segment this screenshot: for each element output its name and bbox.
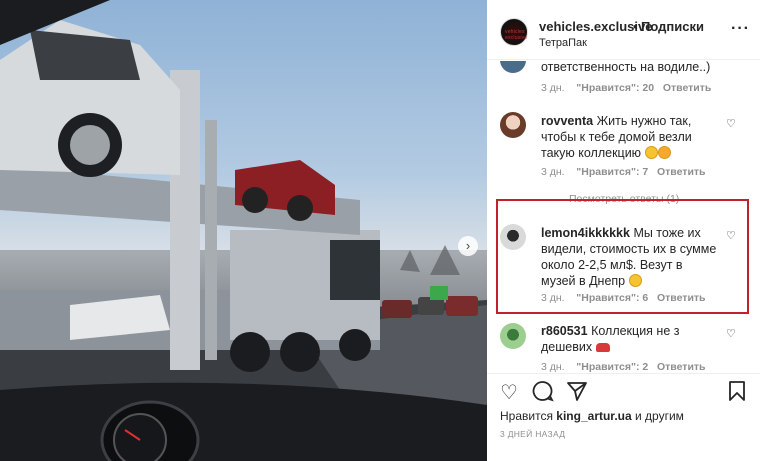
comments-list[interactable]: ответственность на водиле..) 3 дн. "Нрав…: [487, 61, 760, 373]
reply-button[interactable]: Ответить: [657, 361, 706, 373]
avatar[interactable]: vehicles exclusive: [500, 18, 528, 46]
bookmark-svg: [729, 381, 745, 401]
following-button[interactable]: Подписки: [641, 19, 704, 34]
reply-button[interactable]: Ответить: [663, 82, 712, 94]
comment-time[interactable]: 3 дн.: [541, 166, 565, 178]
car-transporter-photo: [0, 0, 487, 461]
next-photo-button[interactable]: ›: [458, 236, 478, 256]
liker-username[interactable]: king_artur.ua: [556, 409, 631, 423]
post-photo[interactable]: ›: [0, 0, 487, 461]
post-actions: ♡ Нравится king_artur.ua и другим 3 ДНЕЙ…: [487, 373, 760, 461]
comment-time[interactable]: 3 дн.: [541, 361, 565, 373]
grimacing-face-emoji: [644, 146, 658, 159]
comment-likes[interactable]: "Нравится": 20: [576, 82, 654, 94]
like-heart-icon[interactable]: ♡: [500, 380, 518, 405]
comment-avatar[interactable]: [500, 112, 526, 138]
comment-text: ответственность на водиле..): [541, 61, 711, 74]
post-side-panel: vehicles exclusive vehicles.exclusive • …: [487, 0, 760, 461]
comment-time[interactable]: 3 дн.: [541, 82, 565, 94]
comment-text: rovventa Жить нужно так, чтобы к тебе до…: [541, 114, 692, 160]
reply-button[interactable]: Ответить: [657, 166, 706, 178]
paper-plane-svg: [567, 382, 587, 401]
chevron-right-icon: ›: [465, 238, 471, 253]
car-emoji: [595, 343, 610, 352]
like-comment-heart-icon[interactable]: ♡: [726, 117, 736, 130]
separator-dot: •: [633, 19, 638, 34]
comment-avatar[interactable]: [500, 61, 526, 73]
comment-meta: 3 дн. "Нравится": 20 Ответить: [541, 82, 711, 94]
post-location[interactable]: ТетраПак: [539, 37, 587, 49]
comment-likes[interactable]: "Нравится": 7: [576, 166, 648, 178]
comment-text: r860531 Коллекция не з дешевих: [541, 324, 680, 354]
comment-username[interactable]: r860531: [541, 324, 588, 338]
likes-prefix: Нравится: [500, 409, 553, 423]
comment-meta: 3 дн. "Нравится": 2 Ответить: [541, 361, 706, 373]
comment-bubble-icon[interactable]: [532, 380, 554, 408]
comment-likes[interactable]: "Нравится": 2: [576, 361, 648, 373]
like-comment-heart-icon[interactable]: ♡: [726, 327, 736, 340]
highlight-box: [496, 199, 749, 314]
more-options-icon[interactable]: ···: [731, 20, 750, 38]
comment-avatar[interactable]: [500, 323, 526, 349]
likes-suffix[interactable]: и другим: [635, 409, 684, 423]
save-bookmark-icon[interactable]: [727, 380, 747, 408]
avatar-logo-text: vehicles exclusive: [505, 29, 528, 41]
comment-username[interactable]: rovventa: [541, 114, 593, 128]
comment-meta: 3 дн. "Нравится": 7 Ответить: [541, 166, 706, 178]
comment-bubble-svg: [532, 381, 554, 402]
post-header: vehicles exclusive vehicles.exclusive • …: [487, 0, 760, 60]
star-struck-emoji: [657, 146, 671, 159]
share-paper-plane-icon[interactable]: [566, 380, 588, 408]
post-date[interactable]: 3 ДНЕЙ НАЗАД: [500, 429, 565, 439]
likes-summary: Нравится king_artur.ua и другим: [500, 409, 684, 423]
